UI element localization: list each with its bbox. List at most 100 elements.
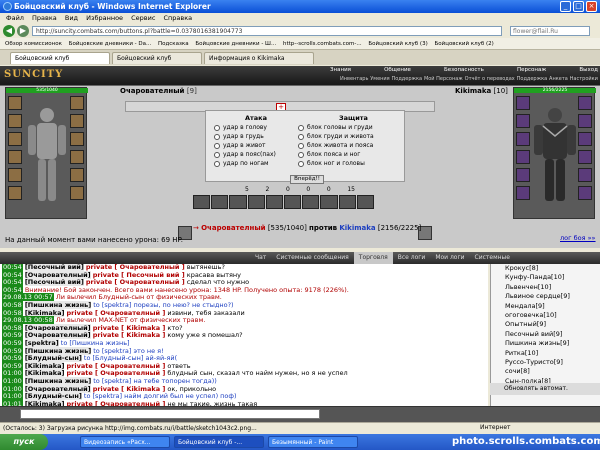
- legs-slot[interactable]: [578, 168, 592, 182]
- attack-option[interactable]: удар в живот: [214, 141, 276, 150]
- online-user[interactable]: Львиное сердце[9]: [491, 292, 600, 301]
- player-link[interactable]: Очарователный: [201, 224, 265, 232]
- nav-exit[interactable]: Выход: [579, 67, 598, 75]
- attack-option[interactable]: удар по ногам: [214, 159, 276, 168]
- radio-icon[interactable]: [298, 151, 304, 158]
- online-user[interactable]: Пишкина жизнь[9]: [491, 339, 600, 348]
- belt-slot[interactable]: [8, 168, 22, 182]
- nav-item[interactable]: Отчёт о переводах: [465, 76, 515, 84]
- taskbar-item[interactable]: Видеозапись «Расх...: [80, 436, 170, 448]
- search-input[interactable]: flower@flail.Ru: [510, 26, 590, 36]
- nav-character[interactable]: Персонаж: [517, 67, 546, 75]
- cloak-slot[interactable]: [70, 186, 84, 200]
- forward-icon[interactable]: ▶: [17, 25, 29, 37]
- chat-sender[interactable]: [Песочный вий]: [24, 264, 84, 271]
- gloves-slot[interactable]: [70, 96, 84, 110]
- bracers-slot[interactable]: [70, 132, 84, 146]
- online-user[interactable]: Львенчен[10]: [491, 283, 600, 292]
- radio-icon[interactable]: [298, 124, 304, 131]
- tab-chat[interactable]: Чат: [250, 252, 271, 264]
- radio-icon[interactable]: [214, 133, 220, 140]
- weapon-slot[interactable]: [8, 132, 22, 146]
- maximize-button[interactable]: □: [573, 1, 584, 12]
- radio-icon[interactable]: [214, 151, 220, 158]
- skill-icon[interactable]: [356, 195, 375, 209]
- chat-sender[interactable]: [Пишкина жизнь]: [24, 376, 92, 385]
- skill-icon[interactable]: [320, 195, 338, 209]
- armor-slot[interactable]: [8, 150, 22, 164]
- defense-option[interactable]: блок живота и пояса: [298, 141, 374, 150]
- nav-item[interactable]: Поддержка: [392, 76, 423, 84]
- legs-slot[interactable]: [70, 168, 84, 182]
- radio-icon[interactable]: [214, 160, 220, 167]
- favorite-link[interactable]: http--scrolls.combats.com-...: [283, 41, 362, 47]
- menu-favorites[interactable]: Избранное: [86, 14, 123, 22]
- browser-tab[interactable]: Бойцовский клуб: [10, 52, 110, 64]
- tab-all-logs[interactable]: Все логи: [393, 252, 431, 264]
- cloak-slot[interactable]: [578, 186, 592, 200]
- enemy-name[interactable]: Kikimaka [10]: [455, 87, 508, 95]
- gloves-slot[interactable]: [578, 96, 592, 110]
- attack-option[interactable]: удар в голову: [214, 123, 276, 132]
- skill-icon[interactable]: [284, 195, 302, 209]
- address-input[interactable]: http://suncity.combats.com/buttons.pl?ba…: [32, 26, 502, 36]
- online-user[interactable]: Крокус[8]: [491, 264, 600, 273]
- skill-icon[interactable]: [193, 195, 211, 209]
- defense-option[interactable]: блок пояса и ног: [298, 150, 374, 159]
- ring-slot[interactable]: [516, 186, 530, 200]
- online-user[interactable]: Мендала[9]: [491, 302, 600, 311]
- skill-icon[interactable]: [338, 195, 356, 209]
- defense-option[interactable]: блок ног и головы: [298, 159, 374, 168]
- radio-icon[interactable]: [214, 142, 220, 149]
- online-user[interactable]: Ритка[10]: [491, 349, 600, 358]
- belt-slot[interactable]: [516, 168, 530, 182]
- chat-message-input[interactable]: [20, 409, 320, 419]
- browser-tab[interactable]: Бойцовский клуб: [112, 52, 202, 64]
- amulet-slot[interactable]: [516, 114, 530, 128]
- minimize-button[interactable]: _: [560, 1, 571, 12]
- ring-slot[interactable]: [8, 186, 22, 200]
- taskbar-item[interactable]: Бойцовский клуб -...: [174, 436, 264, 448]
- chat-sender[interactable]: [spektra]: [24, 338, 59, 347]
- favorite-link[interactable]: Бойцовские дневники - Da...: [69, 41, 152, 47]
- skill-icon[interactable]: [302, 195, 320, 209]
- helmet-slot[interactable]: [8, 96, 22, 110]
- nav-item[interactable]: Умения: [370, 76, 389, 84]
- menu-file[interactable]: Файл: [6, 14, 24, 22]
- amulet-slot[interactable]: [8, 114, 22, 128]
- favorite-link[interactable]: Бойцовские дневники - Ш...: [195, 41, 276, 47]
- start-button[interactable]: пуск: [0, 434, 48, 450]
- back-icon[interactable]: ◀: [3, 25, 15, 37]
- skill-icon[interactable]: [211, 195, 229, 209]
- go-button[interactable]: Вперёд!!: [290, 175, 324, 184]
- radio-icon[interactable]: [298, 142, 304, 149]
- nav-security[interactable]: Безопасность: [444, 67, 484, 75]
- menu-view[interactable]: Вид: [65, 14, 78, 22]
- shield-slot[interactable]: [70, 114, 84, 128]
- tab-my-logs[interactable]: Мои логи: [430, 252, 469, 264]
- attack-option[interactable]: удар в грудь: [214, 132, 276, 141]
- online-user[interactable]: Песочный вий[9]: [491, 330, 600, 339]
- menu-edit[interactable]: Правка: [32, 14, 57, 22]
- nav-item[interactable]: Поддержка: [517, 76, 548, 84]
- tab-system-2[interactable]: Системные: [470, 252, 515, 264]
- enemy-link[interactable]: Kikimaka: [339, 224, 375, 232]
- tab-trade[interactable]: Торговля: [353, 252, 393, 264]
- boots-slot[interactable]: [70, 150, 84, 164]
- defense-option[interactable]: блок груди и живота: [298, 132, 374, 141]
- armor-slot[interactable]: [516, 150, 530, 164]
- nav-knowledge[interactable]: Знания: [330, 67, 351, 75]
- attack-option[interactable]: удар в пояс(пах): [214, 150, 276, 159]
- nav-item[interactable]: Анкета: [549, 76, 568, 84]
- shield-slot[interactable]: [578, 114, 592, 128]
- nav-item[interactable]: Мой Персонаж: [424, 76, 463, 84]
- battle-log-link[interactable]: лог боя »»: [560, 234, 596, 242]
- auto-refresh-checkbox[interactable]: Обновлять автомат.: [490, 383, 600, 395]
- weapon-slot[interactable]: [516, 132, 530, 146]
- favorite-link[interactable]: Подсказка: [158, 41, 189, 47]
- bracers-slot[interactable]: [578, 132, 592, 146]
- radio-icon[interactable]: [214, 124, 220, 131]
- favorite-link[interactable]: Бойцовский клуб (3): [368, 41, 427, 47]
- helmet-slot[interactable]: [516, 96, 530, 110]
- boots-slot[interactable]: [578, 150, 592, 164]
